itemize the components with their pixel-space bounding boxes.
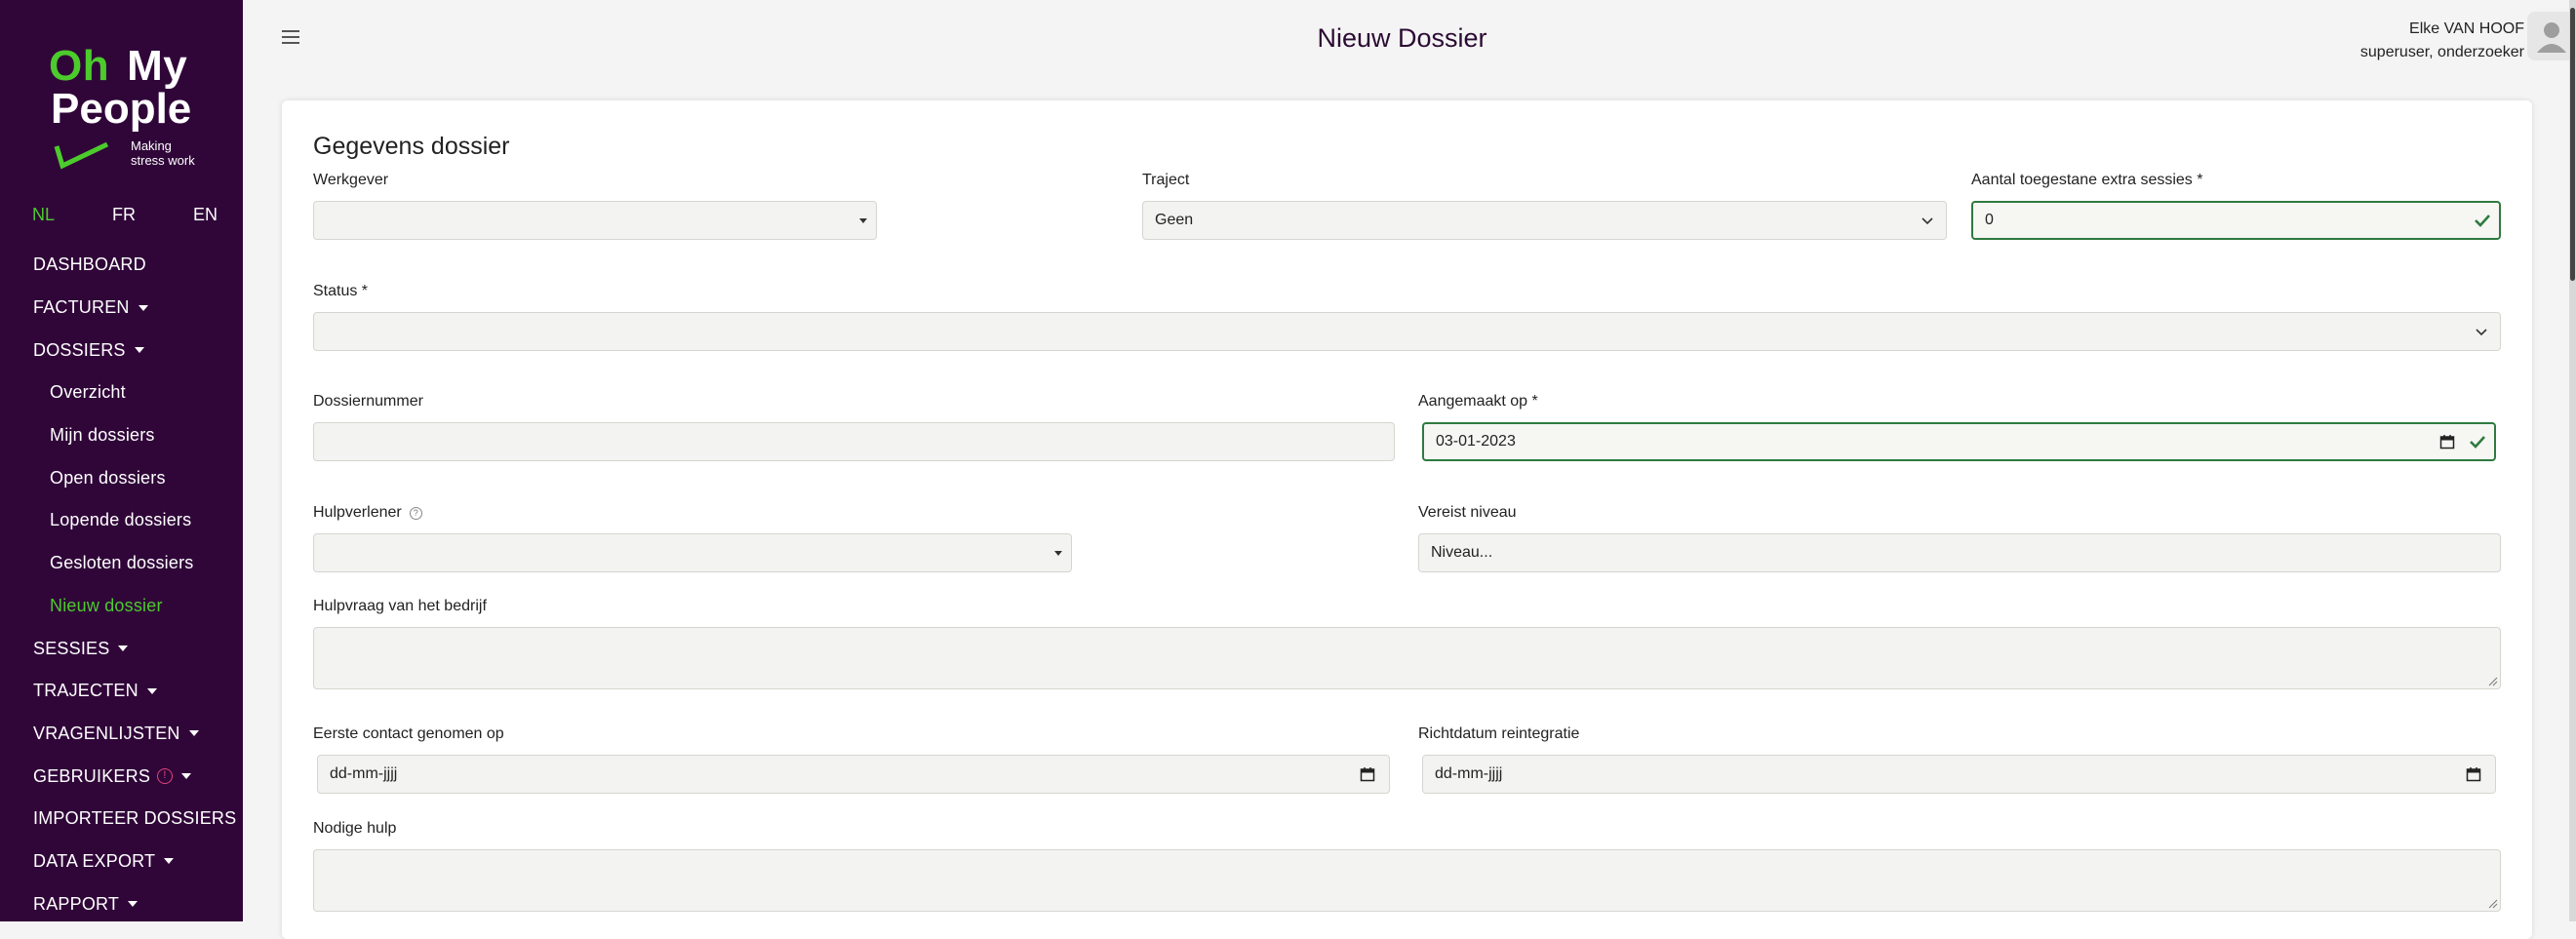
top-bar: Nieuw Dossier Elke VAN HOOF superuser, o… (243, 0, 2576, 80)
logo-oh: Oh (49, 42, 110, 90)
hulpverlener-select[interactable] (313, 533, 1072, 572)
nav-rapport[interactable]: RAPPORT (33, 882, 238, 925)
nav-lopende-dossiers[interactable]: Lopende dossiers (33, 499, 238, 542)
dossier-form-card: Gegevens dossier Werkgever Traject Geen … (282, 100, 2532, 939)
logo-check-icon (54, 141, 109, 170)
lang-en[interactable]: EN (193, 205, 218, 225)
caret-down-icon (146, 687, 157, 694)
nav-nieuw-dossier[interactable]: Nieuw dossier (33, 585, 238, 628)
caret-down-icon (118, 646, 129, 652)
chevron-down-icon (2476, 329, 2487, 336)
status-select[interactable] (313, 312, 2501, 351)
page-title: Nieuw Dossier (1317, 23, 1487, 53)
dropdown-arrow-icon (1054, 551, 1062, 556)
sidebar-nav: DASHBOARD FACTUREN DOSSIERS Overzicht Mi… (33, 244, 238, 925)
lang-fr[interactable]: FR (112, 205, 136, 225)
traject-select[interactable]: Geen (1142, 201, 1947, 240)
eerste-contact-label: Eerste contact genomen op (313, 725, 504, 742)
extra-sessies-input[interactable]: 0 (1971, 201, 2501, 240)
nav-mijn-dossiers[interactable]: Mijn dossiers (33, 414, 238, 457)
hulpvraag-textarea[interactable] (313, 627, 2501, 689)
nav-facturen[interactable]: FACTUREN (33, 287, 238, 330)
user-name: Elke VAN HOOF (2409, 20, 2524, 37)
caret-down-icon (188, 730, 199, 737)
calendar-icon[interactable] (1360, 766, 1375, 782)
vereist-niveau-select[interactable]: Niveau... (1418, 533, 2501, 572)
status-label: Status * (313, 283, 369, 299)
resize-grip-icon[interactable] (2488, 677, 2498, 686)
sidebar: Oh My People Making stress work NL FR EN … (0, 0, 243, 921)
calendar-icon[interactable] (2466, 766, 2481, 782)
nodige-hulp-textarea[interactable] (313, 849, 2501, 912)
extra-sessies-label: Aantal toegestane extra sessies * (1971, 172, 2203, 188)
vereist-niveau-label: Vereist niveau (1418, 504, 1517, 521)
nodige-hulp-label: Nodige hulp (313, 820, 397, 837)
nav-sessies[interactable]: SESSIES (33, 627, 238, 670)
caret-down-icon (134, 347, 144, 354)
nav-importeer-dossiers[interactable]: IMPORTEER DOSSIERS (33, 798, 238, 841)
dropdown-arrow-icon (859, 218, 867, 223)
form-title: Gegevens dossier (313, 133, 510, 160)
resize-grip-icon[interactable] (2488, 899, 2498, 909)
nav-dashboard[interactable]: DASHBOARD (33, 244, 238, 287)
logo-people: People (51, 85, 192, 133)
aangemaakt-op-label: Aangemaakt op * (1418, 393, 1538, 410)
caret-down-icon (128, 901, 139, 908)
dossiernummer-label: Dossiernummer (313, 393, 423, 410)
ohmypeople-logo[interactable]: Oh My People Making stress work (49, 41, 215, 177)
nav-dossiers-overzicht[interactable]: Overzicht (33, 372, 238, 414)
user-role: superuser, onderzoeker (2359, 44, 2524, 60)
nav-open-dossiers[interactable]: Open dossiers (33, 456, 238, 499)
info-icon[interactable]: ? (409, 507, 422, 520)
dossiernummer-input[interactable] (313, 422, 1395, 461)
caret-down-icon (181, 773, 192, 780)
werkgever-label: Werkgever (313, 172, 389, 188)
nav-gesloten-dossiers[interactable]: Gesloten dossiers (33, 542, 238, 585)
caret-down-icon (138, 304, 148, 311)
caret-down-icon (164, 858, 175, 865)
nav-gebruikers[interactable]: GEBRUIKERS! (33, 755, 238, 798)
logo-tagline: Making stress work (131, 138, 195, 168)
werkgever-select[interactable] (313, 201, 877, 240)
nav-vragenlijsten[interactable]: VRAGENLIJSTEN (33, 713, 238, 756)
user-info: Elke VAN HOOF superuser, onderzoeker (2360, 18, 2524, 64)
aangemaakt-op-date-input[interactable]: 03-01-2023 (1422, 422, 2496, 461)
nav-data-export[interactable]: DATA EXPORT (33, 841, 238, 883)
hulpvraag-label: Hulpvraag van het bedrijf (313, 598, 487, 614)
logo-my: My (127, 42, 188, 90)
window-scrollbar[interactable] (2569, 0, 2576, 921)
richtdatum-label: Richtdatum reintegratie (1418, 725, 1580, 742)
valid-check-icon (2475, 215, 2490, 227)
language-switcher: NL FR EN (32, 205, 218, 225)
traject-label: Traject (1142, 172, 1190, 188)
chevron-down-icon (1922, 217, 1933, 225)
nav-trajecten[interactable]: TRAJECTEN (33, 670, 238, 713)
nav-dossiers[interactable]: DOSSIERS (33, 329, 238, 372)
warning-icon: ! (157, 768, 174, 785)
richtdatum-date-input[interactable]: dd-mm-jjjj (1422, 755, 2496, 794)
eerste-contact-date-input[interactable]: dd-mm-jjjj (317, 755, 1390, 794)
valid-check-icon (2470, 436, 2485, 449)
calendar-icon[interactable] (2439, 434, 2455, 450)
hulpverlener-label: Hulpverlener? (313, 504, 422, 522)
lang-nl[interactable]: NL (32, 205, 55, 225)
